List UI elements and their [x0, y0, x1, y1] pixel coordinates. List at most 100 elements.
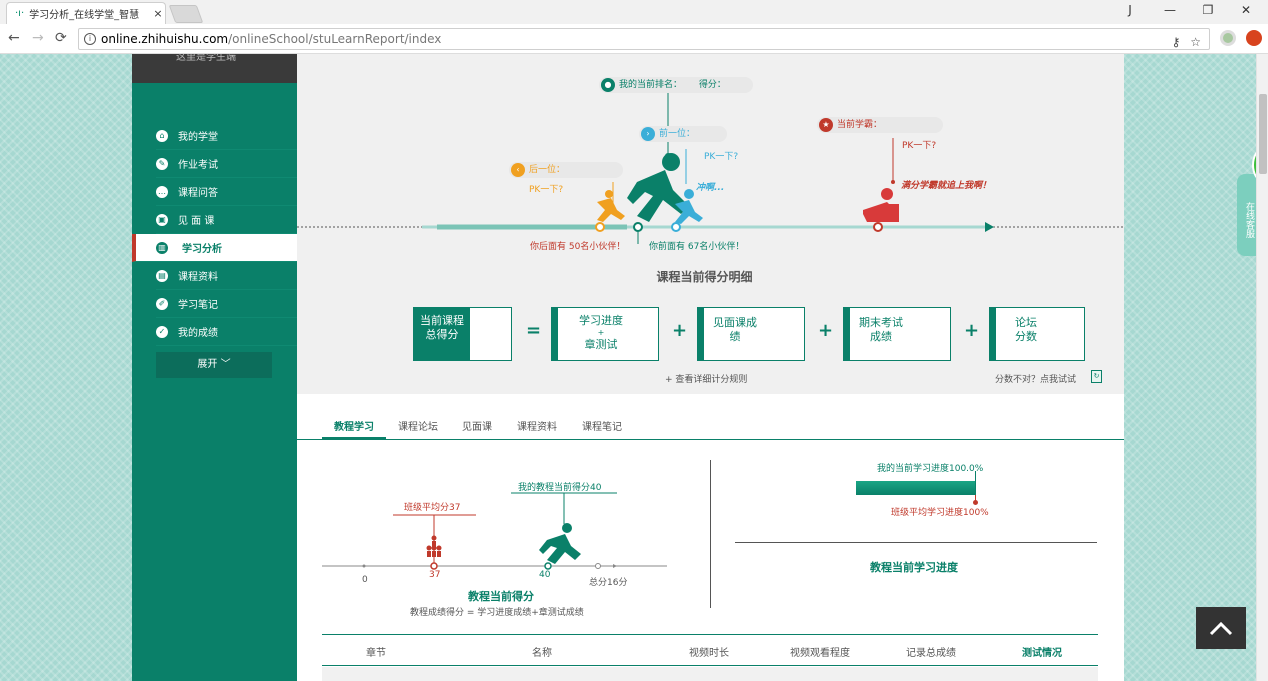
progress-divider-line: [735, 542, 1097, 543]
back-to-top-button[interactable]: [1196, 607, 1246, 649]
progress-line2: +: [597, 328, 605, 337]
col-name: 名称: [532, 648, 552, 659]
top-pk-link[interactable]: PK一下?: [902, 138, 936, 151]
sidebar-item-meeting[interactable]: ▣ 见 面 课: [156, 206, 297, 234]
chase-text: 冲啊...: [696, 183, 725, 193]
next-track-marker: [595, 222, 605, 232]
forward-icon[interactable]: →: [32, 30, 44, 46]
sidebar-item-label: 学习笔记: [178, 300, 218, 311]
progress-line3: 章测试: [584, 338, 618, 351]
total-marker: [595, 563, 601, 569]
next-pk-link[interactable]: PK一下?: [529, 182, 563, 195]
sidebar-item-qa[interactable]: … 课程问答: [156, 178, 297, 206]
sidebar-item-label: 学习分析: [182, 244, 222, 255]
tab-course-learning[interactable]: 教程学习: [322, 418, 386, 440]
sidebar-item-label: 课程资料: [178, 272, 218, 283]
col-video-duration: 视频时长: [689, 648, 729, 659]
extension-adblock-icon[interactable]: [1246, 30, 1262, 46]
meeting-icon: ▣: [156, 214, 168, 226]
sidebar-item-notes[interactable]: ✐ 学习笔记: [156, 290, 297, 318]
my-score-runner-icon: [539, 523, 581, 564]
my-track-marker: [633, 222, 643, 232]
main-content: ● 我的当前排名： 得分： › 前一位： PK一下? 冲啊... ‹ 后一位： …: [297, 54, 1124, 681]
col-chapter: 章节: [366, 648, 386, 659]
star-icon: ★: [819, 118, 833, 132]
top-student-bubble[interactable]: ★ 当前学霸：: [817, 117, 943, 133]
tab-title: 学习分析_在线学堂_智慧: [29, 10, 140, 21]
total-score-box: 当前课程 总得分: [413, 307, 512, 361]
check-icon: ✓: [156, 326, 168, 338]
bookmark-star-icon[interactable]: ☆: [1190, 35, 1201, 49]
prev-rank-bubble[interactable]: › 前一位：: [639, 126, 727, 142]
info-icon[interactable]: i: [84, 33, 96, 45]
prev-runner-icon: [675, 189, 703, 224]
track-arrow: [985, 222, 994, 232]
note-icon: ✐: [156, 298, 168, 310]
reload-icon[interactable]: ⟳: [55, 30, 67, 46]
top-pointer-dot: [891, 180, 895, 184]
top-slogan: 满分学霸就追上我啊！: [901, 181, 992, 191]
sidebar-item-label: 课程问答: [178, 188, 218, 199]
tab-course-forum[interactable]: 课程论坛: [398, 418, 438, 440]
my-runner-icon: [627, 153, 689, 222]
top-label: 当前学霸：: [837, 120, 883, 130]
plus-sign: +: [964, 320, 980, 341]
close-window-icon[interactable]: ✕: [1236, 3, 1256, 17]
total-score-axis-label: 总分16分: [589, 578, 628, 588]
tab-materials[interactable]: 课程资料: [517, 418, 557, 440]
online-support-tab[interactable]: 在线客服: [1237, 174, 1256, 256]
browser-titlebar: ·ı· 学习分析_在线学堂_智慧 × J — ❐ ✕: [0, 0, 1268, 24]
sidebar-item-homework[interactable]: ✎ 作业考试: [156, 150, 297, 178]
page-scrollbar[interactable]: [1256, 54, 1268, 681]
ahead-count-text: 你前面有 67名小伙伴！: [649, 242, 745, 252]
url-field[interactable]: i online.zhihuishu.com/onlineSchool/stuL…: [78, 28, 1210, 50]
next-rank-bubble[interactable]: ‹ 后一位：: [509, 162, 623, 178]
total-score-line2: 总得分: [425, 328, 459, 341]
score-breakdown-title: 课程当前得分明细: [656, 270, 753, 284]
col-test-status[interactable]: 测试情况: [1022, 644, 1062, 659]
new-tab-button[interactable]: [168, 5, 204, 23]
axis-start-label: 0: [362, 575, 368, 585]
page-frame: 这里是学生端 ⌂ 我的学堂 ✎ 作业考试 … 课程问答 ▣ 见 面 课 ▥ 学习…: [132, 54, 1124, 681]
sidebar: 这里是学生端 ⌂ 我的学堂 ✎ 作业考试 … 课程问答 ▣ 见 面 课 ▥ 学习…: [132, 54, 297, 681]
prev-pk-link[interactable]: PK一下?: [704, 149, 738, 162]
sidebar-item-analysis[interactable]: ▥ 学习分析: [132, 234, 297, 262]
sidebar-menu: ⌂ 我的学堂 ✎ 作业考试 … 课程问答 ▣ 见 面 课 ▥ 学习分析 ▤ 课程…: [132, 122, 297, 346]
meeting-score-box: 见面课成 绩: [697, 307, 805, 361]
avg-marker: [430, 562, 438, 570]
tab-notes[interactable]: 课程笔记: [582, 418, 622, 440]
table-row: [322, 667, 1098, 681]
tab-meeting[interactable]: 见面课: [462, 418, 492, 440]
my-value-label: 40: [539, 570, 551, 580]
equals-sign: =: [526, 320, 542, 341]
back-icon[interactable]: ←: [8, 30, 20, 46]
expand-button[interactable]: 展开 ﹀: [156, 352, 272, 378]
refresh-doc-icon[interactable]: ↻: [1091, 370, 1102, 383]
user-profile-label[interactable]: J: [1120, 3, 1140, 17]
scoring-rules-link[interactable]: + 查看详细计分规则: [665, 372, 747, 385]
tab-close-icon[interactable]: ×: [151, 7, 165, 20]
minimize-icon[interactable]: —: [1160, 3, 1180, 17]
chapter-table: 章节 名称 视频时长 视频观看程度 记录总成绩 测试情况: [322, 634, 1098, 681]
sidebar-item-grades[interactable]: ✓ 我的成绩: [156, 318, 297, 346]
extension-icon[interactable]: [1220, 30, 1236, 46]
sidebar-item-my-school[interactable]: ⌂ 我的学堂: [156, 122, 297, 150]
plus-sign: +: [672, 320, 688, 341]
score-retry-link[interactable]: 分数不对？点我试试: [995, 372, 1076, 385]
meeting-score-label: 见面课成 绩: [704, 316, 766, 344]
progress-bar-track: [856, 481, 976, 495]
sidebar-item-materials[interactable]: ▤ 课程资料: [156, 262, 297, 290]
axis-zero-tick: [362, 564, 366, 568]
maximize-icon[interactable]: ❐: [1198, 3, 1218, 17]
key-icon[interactable]: ⚷: [1172, 35, 1181, 49]
class-avg-label: 班级平均分37: [404, 503, 461, 513]
folder-icon: ▤: [156, 270, 168, 282]
progress-score-label: 学习进度 + 章测试: [566, 314, 636, 352]
behind-count-text: 你后面有 50名小伙伴！: [530, 242, 626, 252]
avg-progress-label: 班级平均学习进度100%: [891, 508, 989, 518]
my-progress-marker: [975, 471, 976, 495]
browser-tab[interactable]: ·ı· 学习分析_在线学堂_智慧 ×: [6, 2, 166, 24]
forum-line1: 论坛: [1015, 316, 1037, 329]
location-pin-icon: ●: [601, 78, 615, 92]
scrollbar-thumb[interactable]: [1259, 94, 1267, 174]
